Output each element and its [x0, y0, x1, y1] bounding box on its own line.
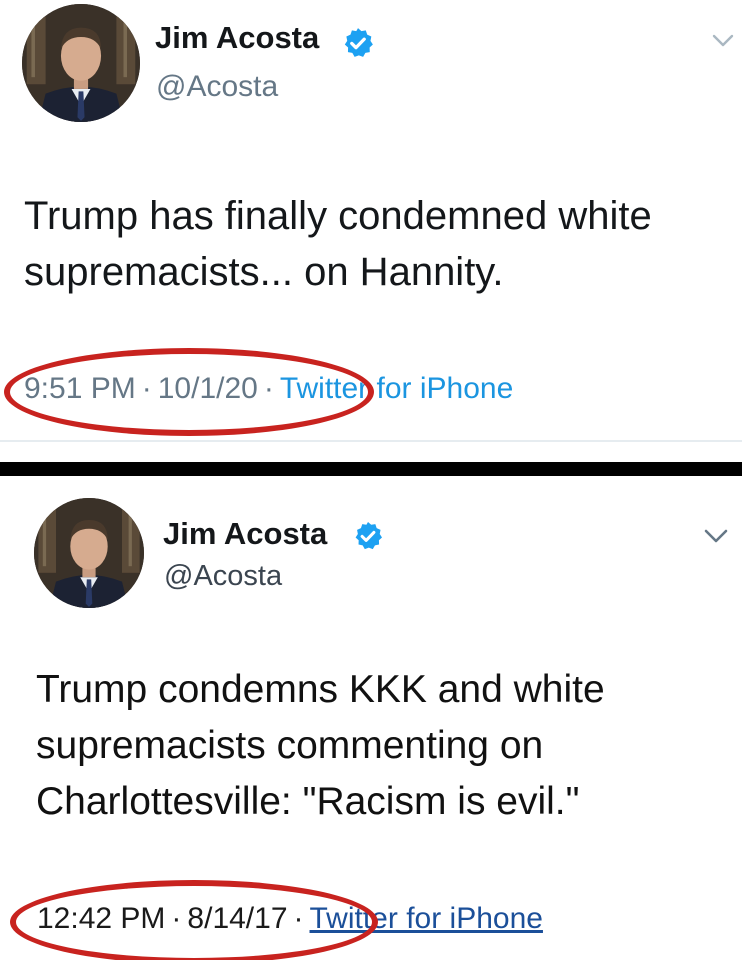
handle[interactable]: @Acosta	[156, 70, 278, 104]
avatar[interactable]	[22, 4, 140, 122]
tweet-card-2: Jim Acosta @Acosta Trump condemns KKK an…	[0, 476, 742, 960]
divider	[0, 440, 742, 442]
handle[interactable]: @Acosta	[164, 560, 282, 593]
avatar-image	[22, 4, 140, 122]
chevron-down-icon[interactable]	[704, 528, 728, 544]
red-circle-annotation	[10, 880, 378, 960]
avatar-image	[34, 498, 144, 608]
avatar[interactable]	[34, 498, 144, 608]
tweet-text: Trump has finally condemned white suprem…	[24, 194, 652, 294]
divider	[0, 462, 742, 476]
tweet-card-1: Jim Acosta @Acosta Trump has finally con…	[0, 0, 742, 462]
display-name[interactable]: Jim Acosta	[155, 20, 319, 56]
red-circle-annotation	[4, 348, 374, 436]
display-name[interactable]: Jim Acosta	[163, 516, 327, 552]
chevron-down-icon[interactable]	[712, 34, 734, 48]
verified-badge-icon	[344, 28, 373, 57]
tweet-text: Trump condemns KKK and white supremacist…	[36, 668, 605, 823]
verified-badge-icon	[355, 522, 382, 550]
